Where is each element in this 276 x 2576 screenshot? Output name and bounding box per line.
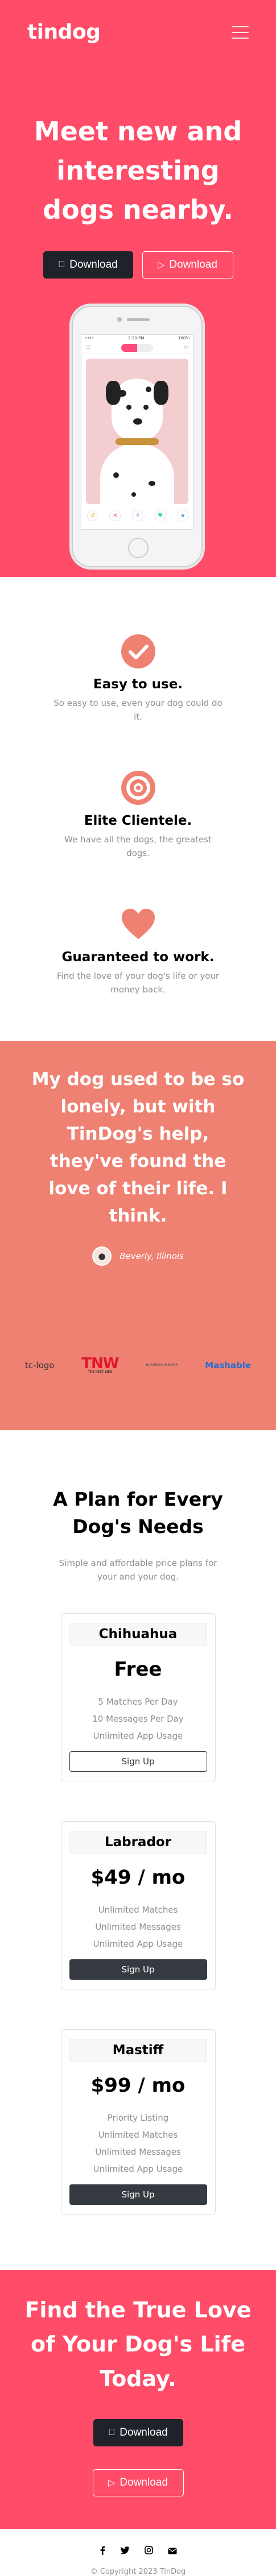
testimonial-author: ● Beverly, Illinois [0,1247,276,1266]
testimonial-section: My dog used to be so lonely, but with Ti… [0,1041,276,1430]
status-carrier: •••• [85,336,94,340]
footer: © Copyright 2023 TinDog [0,2529,276,2576]
business-insider-logo: BUSINESS INSIDER [146,1363,178,1367]
signup-button-chihuahua[interactable]: Sign Up [69,1751,207,1772]
hero-title: Meet new and interesting dogs nearby. [34,116,242,225]
app-bar: ☰ ✉ [81,342,193,354]
cta-apple-download-label: Download [116,2427,168,2439]
mashable-logo: Mashable [205,1360,252,1370]
plan-card-chihuahua: Chihuahua Free 5 Matches Per Day 10 Mess… [60,1613,216,1781]
cta-title: Find the True Love of Your Dog's Life To… [24,2297,252,2392]
apple-download-label: Download [66,259,118,271]
check-circle-icon [121,634,156,669]
plan-name: Labrador [69,1830,207,1854]
instagram-icon[interactable] [144,2545,153,2557]
author-name: Beverly, Illinois [120,1251,184,1262]
author-avatar: ● [92,1247,112,1266]
phone-home-button [128,538,149,558]
plan-name: Chihuahua [69,1622,207,1646]
rewind-icon: ↺ [86,510,98,521]
facebook-icon[interactable] [100,2546,105,2557]
plan-feature: Unlimited Matches [98,1904,178,1915]
phone-screen: •••• 2:20 PM 100% ☰ ✉ ↺ ✕ ⚡ ♥ ★ [81,334,193,530]
swipe-actions: ↺ ✕ ⚡ ♥ ★ [81,510,194,521]
feature-title: Elite Clientele. [84,813,192,828]
like-icon: ♥ [154,510,166,521]
settings-icon: ☰ [86,344,91,351]
pricing-section: A Plan for Every Dog's Needs Simple and … [0,1430,276,2270]
apple-icon:  [108,2428,115,2438]
nope-icon: ✕ [109,510,121,521]
signup-button-labrador[interactable]: Sign Up [69,1959,207,1980]
plan-price: $49 / mo [90,1865,186,1889]
plan-price: $99 / mo [90,2074,186,2097]
feature-easy: Easy to use. So easy to use, even your d… [0,634,276,724]
plan-card-labrador: Labrador $49 / mo Unlimited Matches Unli… [60,1821,216,1989]
apple-icon:  [58,260,65,270]
tnw-logo: TNW THE NEXT WEB [81,1355,119,1374]
cta-section: Find the True Love of Your Dog's Life To… [0,2270,276,2529]
dalmatian-photo [86,359,188,504]
cta-google-download-button[interactable]: ▷ Download [92,2469,184,2497]
pricing-subtitle: Simple and affordable price plans for yo… [59,1557,217,1582]
pricing-title: A Plan for Every Dog's Needs [53,1488,223,1538]
plan-feature: 10 Messages Per Day [92,1713,184,1724]
feature-text: So easy to use, even your dog could do i… [53,698,223,722]
google-download-label: Download [169,259,217,271]
play-icon: ▷ [108,2478,116,2488]
chat-icon: ✉ [184,344,188,351]
plan-feature: Unlimited Messages [95,1921,181,1932]
social-links [0,2545,276,2557]
feature-title: Easy to use. [93,677,183,692]
signup-button-mastiff[interactable]: Sign Up [69,2184,207,2205]
twitter-icon[interactable] [120,2546,130,2557]
plan-feature: Priority Listing [107,2112,169,2123]
hamburger-icon[interactable] [232,26,249,39]
cta-google-download-label: Download [120,2477,168,2489]
phone-status-bar: •••• 2:20 PM 100% [81,335,193,342]
plan-card-mastiff: Mastiff $99 / mo Priority Listing Unlimi… [60,2029,216,2214]
bullseye-icon [121,770,156,805]
plan-feature: Unlimited Matches [98,2129,178,2140]
feature-guaranteed: Guaranteed to work. Find the love of you… [0,907,276,996]
hero-download-buttons:  Download ▷ Download [0,251,276,279]
testimonial-quote: My dog used to be so lonely, but with Ti… [31,1069,245,1227]
google-play-download-button[interactable]: ▷ Download [142,251,233,279]
feature-title: Guaranteed to work. [61,950,215,965]
copyright-text: © Copyright 2023 TinDog [90,2567,186,2576]
plan-feature: Unlimited App Usage [93,2163,183,2174]
status-battery: 100% [178,336,190,340]
iphone-mockup: •••• 2:20 PM 100% ☰ ✉ ↺ ✕ ⚡ ♥ ★ [72,306,203,567]
plan-feature: 5 Matches Per Day [98,1696,178,1707]
tc-logo: tc-logo [24,1360,55,1370]
feature-elite: Elite Clientele. We have all the dogs, t… [0,770,276,860]
plan-price: Free [114,1657,162,1681]
apple-download-button[interactable]:  Download [43,251,133,279]
heart-icon [121,907,156,942]
hero-section: tindog Meet new and interesting dogs nea… [0,0,276,577]
app-mode-toggle [121,343,154,352]
brand-logo[interactable]: tindog [27,20,101,44]
plan-feature: Unlimited Messages [95,2146,181,2157]
features-section: Easy to use. So easy to use, even your d… [0,577,276,1041]
boost-icon: ⚡ [131,510,143,521]
cta-apple-download-button[interactable]:  Download [93,2419,183,2447]
navbar: tindog [0,0,276,44]
play-icon: ▷ [158,260,165,270]
tnw-logo-text: TNW [81,1355,119,1372]
plan-feature: Unlimited App Usage [93,1730,183,1741]
status-time: 2:20 PM [128,336,145,340]
envelope-icon[interactable] [168,2546,177,2557]
super-like-icon: ★ [177,510,189,521]
feature-text: We have all the dogs, the greatest dogs. [64,834,212,858]
plan-feature: Unlimited App Usage [93,1938,183,1949]
feature-text: Find the love of your dog's life or your… [56,971,220,995]
press-logos: tc-logo TNW THE NEXT WEB BUSINESS INSIDE… [0,1356,276,1374]
plan-name: Mastiff [69,2038,207,2062]
